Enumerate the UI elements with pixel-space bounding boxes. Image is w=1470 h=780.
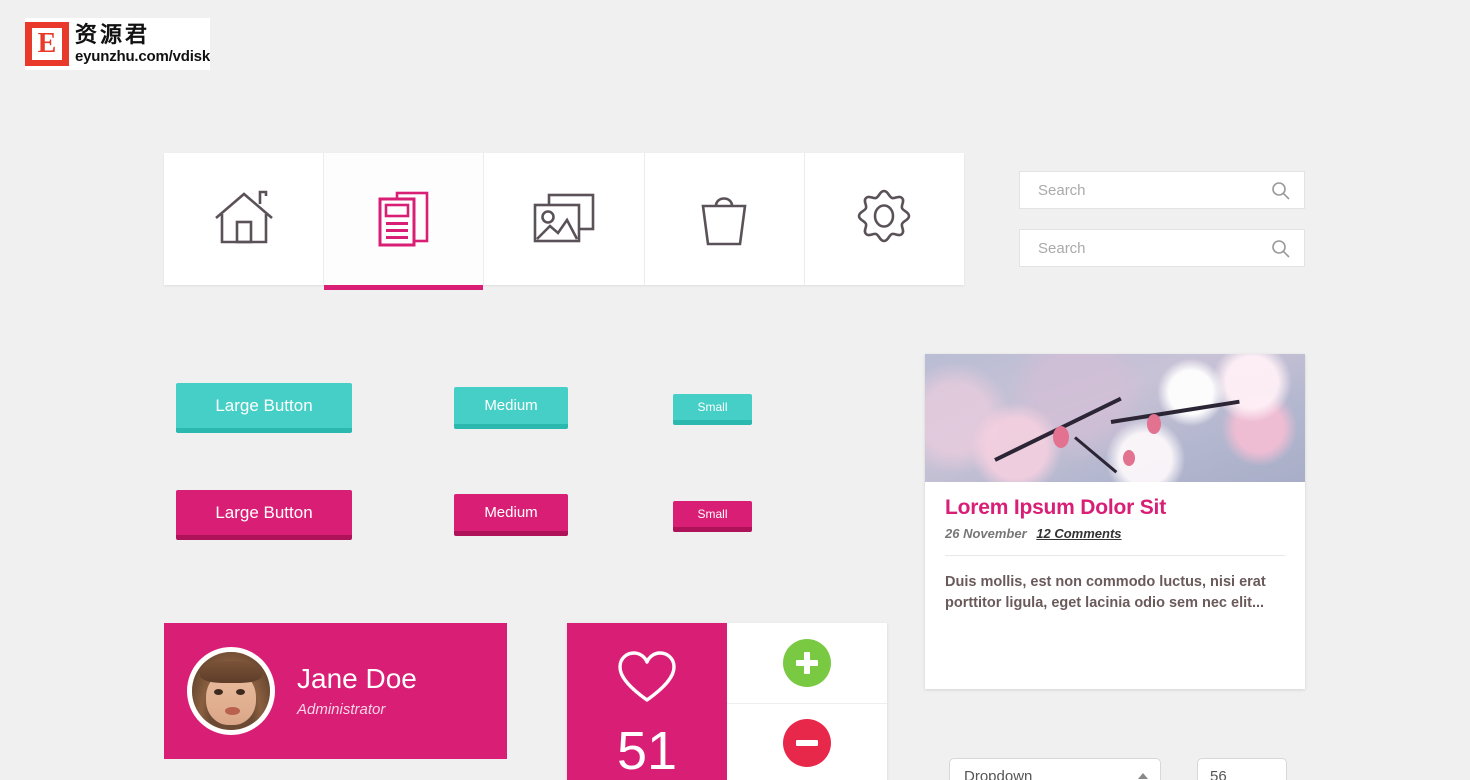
article-comments-link[interactable]: 12 Comments	[1036, 526, 1121, 541]
heart-icon	[616, 649, 678, 710]
chevron-up-icon	[1138, 773, 1148, 779]
tab-home[interactable]	[164, 153, 325, 285]
number-input[interactable]	[1197, 758, 1287, 780]
decrement-button[interactable]	[783, 719, 831, 768]
tab-news[interactable]	[324, 153, 485, 290]
divider	[945, 555, 1285, 556]
logo-url: eyunzhu.com/vdisk	[75, 47, 210, 65]
search-input-primary[interactable]	[1020, 181, 1271, 199]
profile-card[interactable]: Jane Doe Administrator	[164, 623, 507, 759]
shopping-bag-icon	[695, 188, 753, 250]
search-icon[interactable]	[1271, 239, 1304, 258]
image-icon	[531, 191, 597, 247]
minus-icon	[796, 732, 818, 754]
logo-chinese-name: 资源君	[75, 22, 151, 48]
search-box-secondary[interactable]	[1019, 229, 1305, 267]
increment-row[interactable]	[727, 623, 887, 704]
counter-widget: 51	[567, 623, 887, 780]
counter-value: 51	[616, 721, 678, 780]
page-root: E 资源君 eyunzhu.com/vdisk Search Search La…	[0, 0, 1470, 780]
article-title: Lorem Ipsum Dolor Sit	[945, 496, 1166, 519]
gear-icon	[853, 188, 915, 250]
dropdown-select[interactable]: Dropdown	[949, 758, 1161, 780]
search-input-secondary[interactable]	[1020, 239, 1271, 257]
article-image	[925, 354, 1305, 482]
tab-images[interactable]	[484, 153, 645, 285]
logo-text: 资源君 eyunzhu.com/vdisk	[75, 22, 210, 65]
pink-large-button[interactable]: Large Button	[176, 490, 352, 540]
logo-letter: E	[32, 28, 62, 60]
search-box-primary[interactable]	[1019, 171, 1305, 209]
increment-button[interactable]	[783, 638, 831, 687]
profile-info: Jane Doe Administrator	[297, 662, 417, 719]
teal-small-button[interactable]: Small	[673, 394, 752, 425]
article-body: Lorem Ipsum Dolor Sit 26 November 12 Com…	[925, 482, 1305, 614]
avatar	[187, 647, 275, 735]
decrement-row[interactable]	[727, 704, 887, 780]
article-card[interactable]: Lorem Ipsum Dolor Sit 26 November 12 Com…	[925, 354, 1305, 689]
tab-shop[interactable]	[644, 153, 805, 285]
logo-mark: E	[25, 22, 69, 66]
teal-large-button[interactable]: Large Button	[176, 383, 352, 433]
site-logo: E 资源君 eyunzhu.com/vdisk	[25, 18, 210, 70]
plus-icon	[796, 651, 818, 674]
tab-settings[interactable]	[804, 153, 965, 285]
icon-tab-bar	[164, 153, 965, 290]
counter-controls	[727, 623, 887, 780]
pink-medium-button[interactable]: Medium	[454, 494, 568, 536]
article-date: 26 November	[945, 526, 1027, 541]
article-excerpt: Duis mollis, est non commodo luctus, nis…	[945, 574, 1266, 612]
dropdown-label: Dropdown	[964, 767, 1033, 780]
profile-role: Administrator	[297, 701, 386, 719]
teal-medium-button[interactable]: Medium	[454, 387, 568, 429]
news-icon	[375, 189, 433, 249]
counter-display: 51	[567, 623, 727, 780]
profile-name: Jane Doe	[297, 662, 417, 694]
article-meta: 26 November 12 Comments	[945, 526, 1285, 541]
search-icon[interactable]	[1271, 181, 1304, 200]
pink-small-button[interactable]: Small	[673, 501, 752, 532]
home-icon	[212, 188, 276, 250]
